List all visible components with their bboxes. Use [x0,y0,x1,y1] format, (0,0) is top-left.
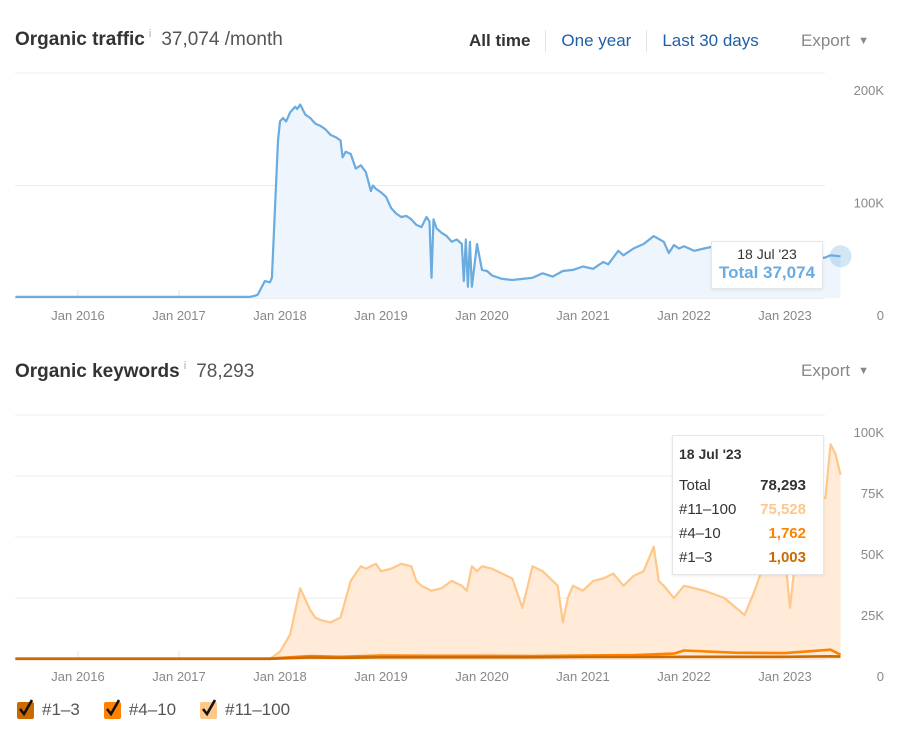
tooltip-date: 18 Jul '23 [737,246,797,262]
x-tick-label: Jan 2017 [152,669,206,684]
keywords-chart[interactable]: 0 25K 50K 75K 100K Jan 2016 Jan 2017 Jan 2018 Ja… [0,0,901,733]
x-tick-label: Jan 2022 [657,669,711,684]
tooltip-row-value: 1,003 [768,549,806,566]
checkbox-checked-icon[interactable] [200,698,218,719]
tooltip-row-value: 78,293 [760,477,806,494]
y-tick-label: 75K [861,486,884,501]
tooltip-row-4-10: #4–10 1,762 [673,522,823,546]
checkbox-checked-icon[interactable] [103,698,121,719]
tooltip-date: 18 Jul '23 [679,446,742,462]
y-tick-label: 100K [854,425,885,440]
tooltip-row-label: Total [679,477,711,494]
tooltip-row-value: 75,528 [760,501,806,518]
tooltip-row-label: #4–10 [679,525,721,542]
legend-item-11-100[interactable]: #11–100 [200,698,291,720]
legend-item-1-3[interactable]: #1–3 [17,698,80,720]
x-tick-label: Jan 2021 [556,669,610,684]
x-tick-label: Jan 2020 [455,669,509,684]
tooltip-row-total: Total 78,293 [673,474,823,498]
y-tick-label: 50K [861,547,884,562]
keywords-legend: #1–3 #4–10 #11–100 [17,698,314,720]
x-tick-label: Jan 2023 [758,669,812,684]
tooltip-row-label: #1–3 [679,549,713,566]
legend-label: #4–10 [128,700,177,719]
tooltip-row-1-3: #1–3 1,003 [673,546,823,570]
legend-label: #1–3 [42,700,80,719]
legend-label: #11–100 [225,700,291,719]
y-tick-label: 0 [877,669,884,684]
x-tick-label: Jan 2016 [51,669,105,684]
tooltip-row-11-100: #11–100 75,528 [673,498,823,522]
keywords-tooltip: 18 Jul '23 Total 78,293 #11–100 75,528 #… [672,435,824,575]
y-tick-label: 25K [861,608,884,623]
legend-item-4-10[interactable]: #4–10 [103,698,177,720]
tooltip-total: Total 37,074 [718,263,816,282]
tooltip-row-value: 1,762 [768,525,806,542]
checkbox-checked-icon[interactable] [17,698,34,719]
traffic-tooltip: 18 Jul '23 Total 37,074 [711,241,823,289]
x-tick-label: Jan 2019 [354,669,408,684]
tooltip-row-label: #11–100 [679,501,737,518]
x-tick-label: Jan 2018 [253,669,307,684]
